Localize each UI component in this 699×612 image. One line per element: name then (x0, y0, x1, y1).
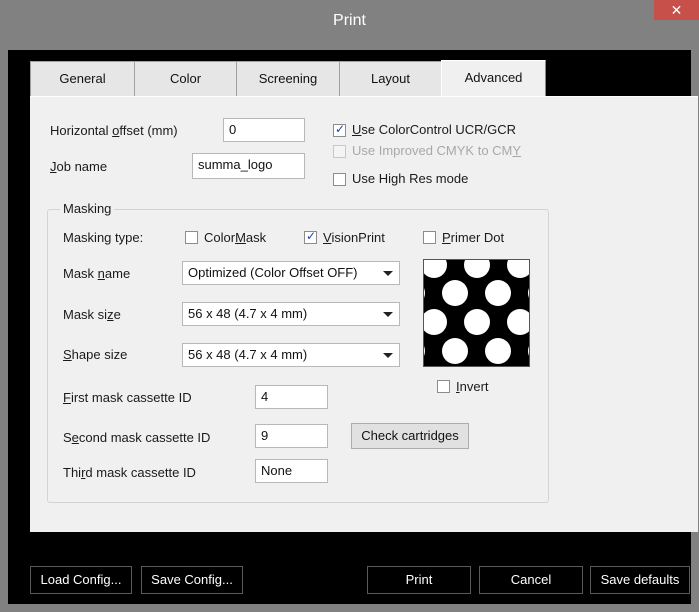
mask-name-dropdown[interactable]: Optimized (Color Offset OFF) (182, 261, 400, 285)
use-high-res-label: Use High Res mode (352, 171, 469, 186)
close-button[interactable]: ✕ (654, 0, 699, 20)
job-name-input[interactable]: summa_logo (192, 153, 305, 179)
tab-general[interactable]: General (30, 61, 135, 97)
invert-label: Invert (456, 379, 489, 394)
shape-size-dropdown[interactable]: 56 x 48 (4.7 x 4 mm) (182, 343, 400, 367)
load-config-button[interactable]: Load Config... (30, 566, 132, 594)
colormask-checkbox[interactable] (185, 231, 198, 244)
save-config-button[interactable]: Save Config... (141, 566, 243, 594)
colormask-label: ColorMask (204, 230, 267, 245)
use-colorcontrol-checkbox[interactable]: ✓ (333, 122, 346, 137)
cancel-button[interactable]: Cancel (479, 566, 583, 594)
chevron-down-icon (383, 312, 393, 317)
masking-legend: Masking (60, 201, 115, 216)
window-title: Print (333, 12, 366, 29)
masking-type-label: Masking type: (63, 230, 144, 245)
tab-layout[interactable]: Layout (339, 61, 442, 97)
chevron-down-icon (383, 353, 393, 358)
mask-name-label: Mask name (63, 266, 131, 281)
primer-dot-label: Primer Dot (442, 230, 505, 245)
second-cassette-label: Second mask cassette ID (63, 430, 211, 445)
title-bar: Print ✕ (0, 0, 699, 43)
close-icon: ✕ (670, 2, 683, 18)
mask-preview-image (423, 259, 530, 367)
checkmark-icon: ✓ (335, 122, 346, 136)
checkmark-icon: ✓ (306, 229, 317, 243)
primer-dot-checkbox[interactable] (423, 231, 436, 244)
use-colorcontrol-label: Use ColorControl UCR/GCR (352, 122, 516, 137)
shape-size-label: Shape size (63, 347, 128, 362)
first-cassette-input[interactable]: 4 (255, 385, 328, 409)
tab-screening[interactable]: Screening (236, 61, 340, 97)
use-improved-cmyk-checkbox (333, 145, 346, 158)
mask-size-label: Mask size (63, 307, 121, 322)
use-high-res-checkbox[interactable] (333, 173, 346, 186)
horizontal-offset-input[interactable]: 0 (223, 118, 305, 142)
save-defaults-button[interactable]: Save defaults (590, 566, 690, 594)
visionprint-label: VisionPrint (323, 230, 385, 245)
chevron-down-icon (383, 271, 393, 276)
second-cassette-input[interactable]: 9 (255, 424, 328, 448)
third-cassette-label: Third mask cassette ID (63, 465, 196, 480)
first-cassette-label: First mask cassette ID (63, 390, 192, 405)
tab-color[interactable]: Color (134, 61, 237, 97)
mask-size-dropdown[interactable]: 56 x 48 (4.7 x 4 mm) (182, 302, 400, 326)
horizontal-offset-label: Horizontal offset (mm) (50, 123, 178, 138)
job-name-label: Job name (50, 159, 108, 174)
third-cassette-input[interactable]: None (255, 459, 328, 483)
use-improved-cmyk-label: Use Improved CMYK to CMY (352, 143, 522, 158)
tab-advanced[interactable]: Advanced (441, 60, 546, 98)
check-cartridges-button[interactable]: Check cartridges (351, 423, 469, 449)
invert-checkbox[interactable] (437, 380, 450, 393)
print-button[interactable]: Print (367, 566, 471, 594)
visionprint-checkbox[interactable]: ✓ (304, 229, 317, 244)
